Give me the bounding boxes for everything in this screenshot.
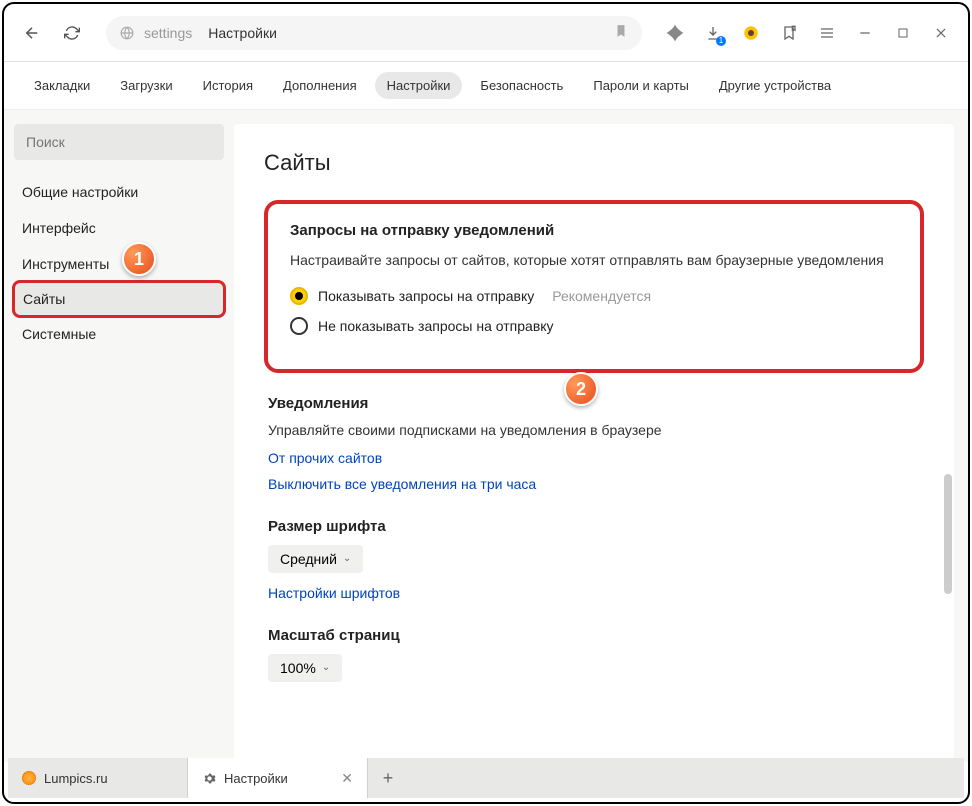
- downloads-badge: 1: [716, 36, 726, 46]
- notifications-section: Уведомления Управляйте своими подписками…: [264, 395, 924, 492]
- radio-icon-unchecked: [290, 317, 308, 335]
- page-title: Сайты: [264, 150, 924, 176]
- downloads-icon[interactable]: 1: [698, 18, 728, 48]
- globe-icon: [120, 26, 134, 40]
- close-icon[interactable]: ✕: [341, 770, 353, 787]
- minimize-button[interactable]: [850, 18, 880, 48]
- radio-label: Не показывать запросы на отправку: [318, 318, 554, 334]
- sidebar-item-tools[interactable]: Инструменты: [14, 246, 224, 282]
- back-button[interactable]: [16, 17, 48, 49]
- content-area: Сайты Запросы на отправку уведомлений На…: [234, 124, 954, 762]
- radio-hide-requests[interactable]: Не показывать запросы на отправку: [290, 317, 898, 335]
- topnav-downloads[interactable]: Загрузки: [108, 72, 184, 99]
- favicon-icon: [22, 771, 36, 785]
- topnav-devices[interactable]: Другие устройства: [707, 72, 843, 99]
- chevron-down-icon: ⌄: [322, 662, 330, 673]
- tab-label: Настройки: [224, 771, 288, 786]
- topnav-history[interactable]: История: [191, 72, 265, 99]
- link-disable-3h[interactable]: Выключить все уведомления на три часа: [268, 476, 920, 492]
- page-zoom-section: Масштаб страниц 100% ⌄: [264, 627, 924, 694]
- section-title: Масштаб страниц: [268, 627, 920, 644]
- zen-icon[interactable]: [660, 18, 690, 48]
- zoom-dropdown[interactable]: 100% ⌄: [268, 654, 342, 682]
- tab-settings[interactable]: Настройки ✕: [188, 758, 368, 798]
- sidebar-item-interface[interactable]: Интерфейс: [14, 210, 224, 246]
- annotation-badge-2: 2: [564, 372, 598, 406]
- font-size-dropdown[interactable]: Средний ⌄: [268, 545, 363, 573]
- scrollbar-thumb[interactable]: [944, 474, 952, 594]
- dropdown-value: Средний: [280, 551, 337, 567]
- font-size-section: Размер шрифта Средний ⌄ Настройки шрифто…: [264, 518, 924, 601]
- new-tab-button[interactable]: +: [368, 758, 408, 798]
- search-input[interactable]: [14, 124, 224, 160]
- annotation-badge-1: 1: [122, 242, 156, 276]
- topnav-passwords[interactable]: Пароли и карты: [581, 72, 701, 99]
- tab-lumpics[interactable]: Lumpics.ru: [8, 758, 188, 798]
- sidebar: Общие настройки Интерфейс Инструменты Са…: [4, 110, 234, 762]
- radio-label: Показывать запросы на отправку: [318, 288, 534, 304]
- tab-strip: Lumpics.ru Настройки ✕ +: [8, 758, 964, 798]
- section-title: Размер шрифта: [268, 518, 920, 535]
- gear-icon: [202, 771, 216, 785]
- sidebar-item-system[interactable]: Системные: [14, 316, 224, 352]
- address-bar[interactable]: settings Настройки: [106, 16, 642, 50]
- close-button[interactable]: [926, 18, 956, 48]
- topnav-settings[interactable]: Настройки: [375, 72, 463, 99]
- chevron-down-icon: ⌄: [343, 553, 351, 564]
- topnav-bookmarks[interactable]: Закладки: [22, 72, 102, 99]
- section-desc: Управляйте своими подписками на уведомле…: [268, 422, 920, 438]
- address-prefix: settings: [144, 25, 192, 41]
- maximize-button[interactable]: [888, 18, 918, 48]
- sidebar-item-sites[interactable]: Сайты: [12, 280, 226, 318]
- tab-label: Lumpics.ru: [44, 771, 108, 786]
- radio-icon-checked: [290, 287, 308, 305]
- notification-requests-section: Запросы на отправку уведомлений Настраив…: [264, 200, 924, 373]
- topnav-addons[interactable]: Дополнения: [271, 72, 369, 99]
- sidebar-item-general[interactable]: Общие настройки: [14, 174, 224, 210]
- radio-hint: Рекомендуется: [552, 288, 651, 304]
- radio-show-requests[interactable]: Показывать запросы на отправку Рекоменду…: [290, 287, 898, 305]
- dropdown-value: 100%: [280, 660, 316, 676]
- bookmark-icon[interactable]: [614, 24, 628, 41]
- section-desc: Настраивайте запросы от сайтов, которые …: [290, 251, 898, 271]
- extension-icon[interactable]: [736, 18, 766, 48]
- section-title: Запросы на отправку уведомлений: [290, 222, 898, 239]
- reload-button[interactable]: [56, 17, 88, 49]
- link-font-settings[interactable]: Настройки шрифтов: [268, 585, 920, 601]
- topnav-security[interactable]: Безопасность: [468, 72, 575, 99]
- settings-topnav: Закладки Загрузки История Дополнения Нас…: [4, 62, 968, 110]
- menu-icon[interactable]: [812, 18, 842, 48]
- address-title: Настройки: [208, 25, 277, 41]
- bookmarks-icon[interactable]: [774, 18, 804, 48]
- link-other-sites[interactable]: От прочих сайтов: [268, 450, 920, 466]
- titlebar: settings Настройки 1: [4, 4, 968, 62]
